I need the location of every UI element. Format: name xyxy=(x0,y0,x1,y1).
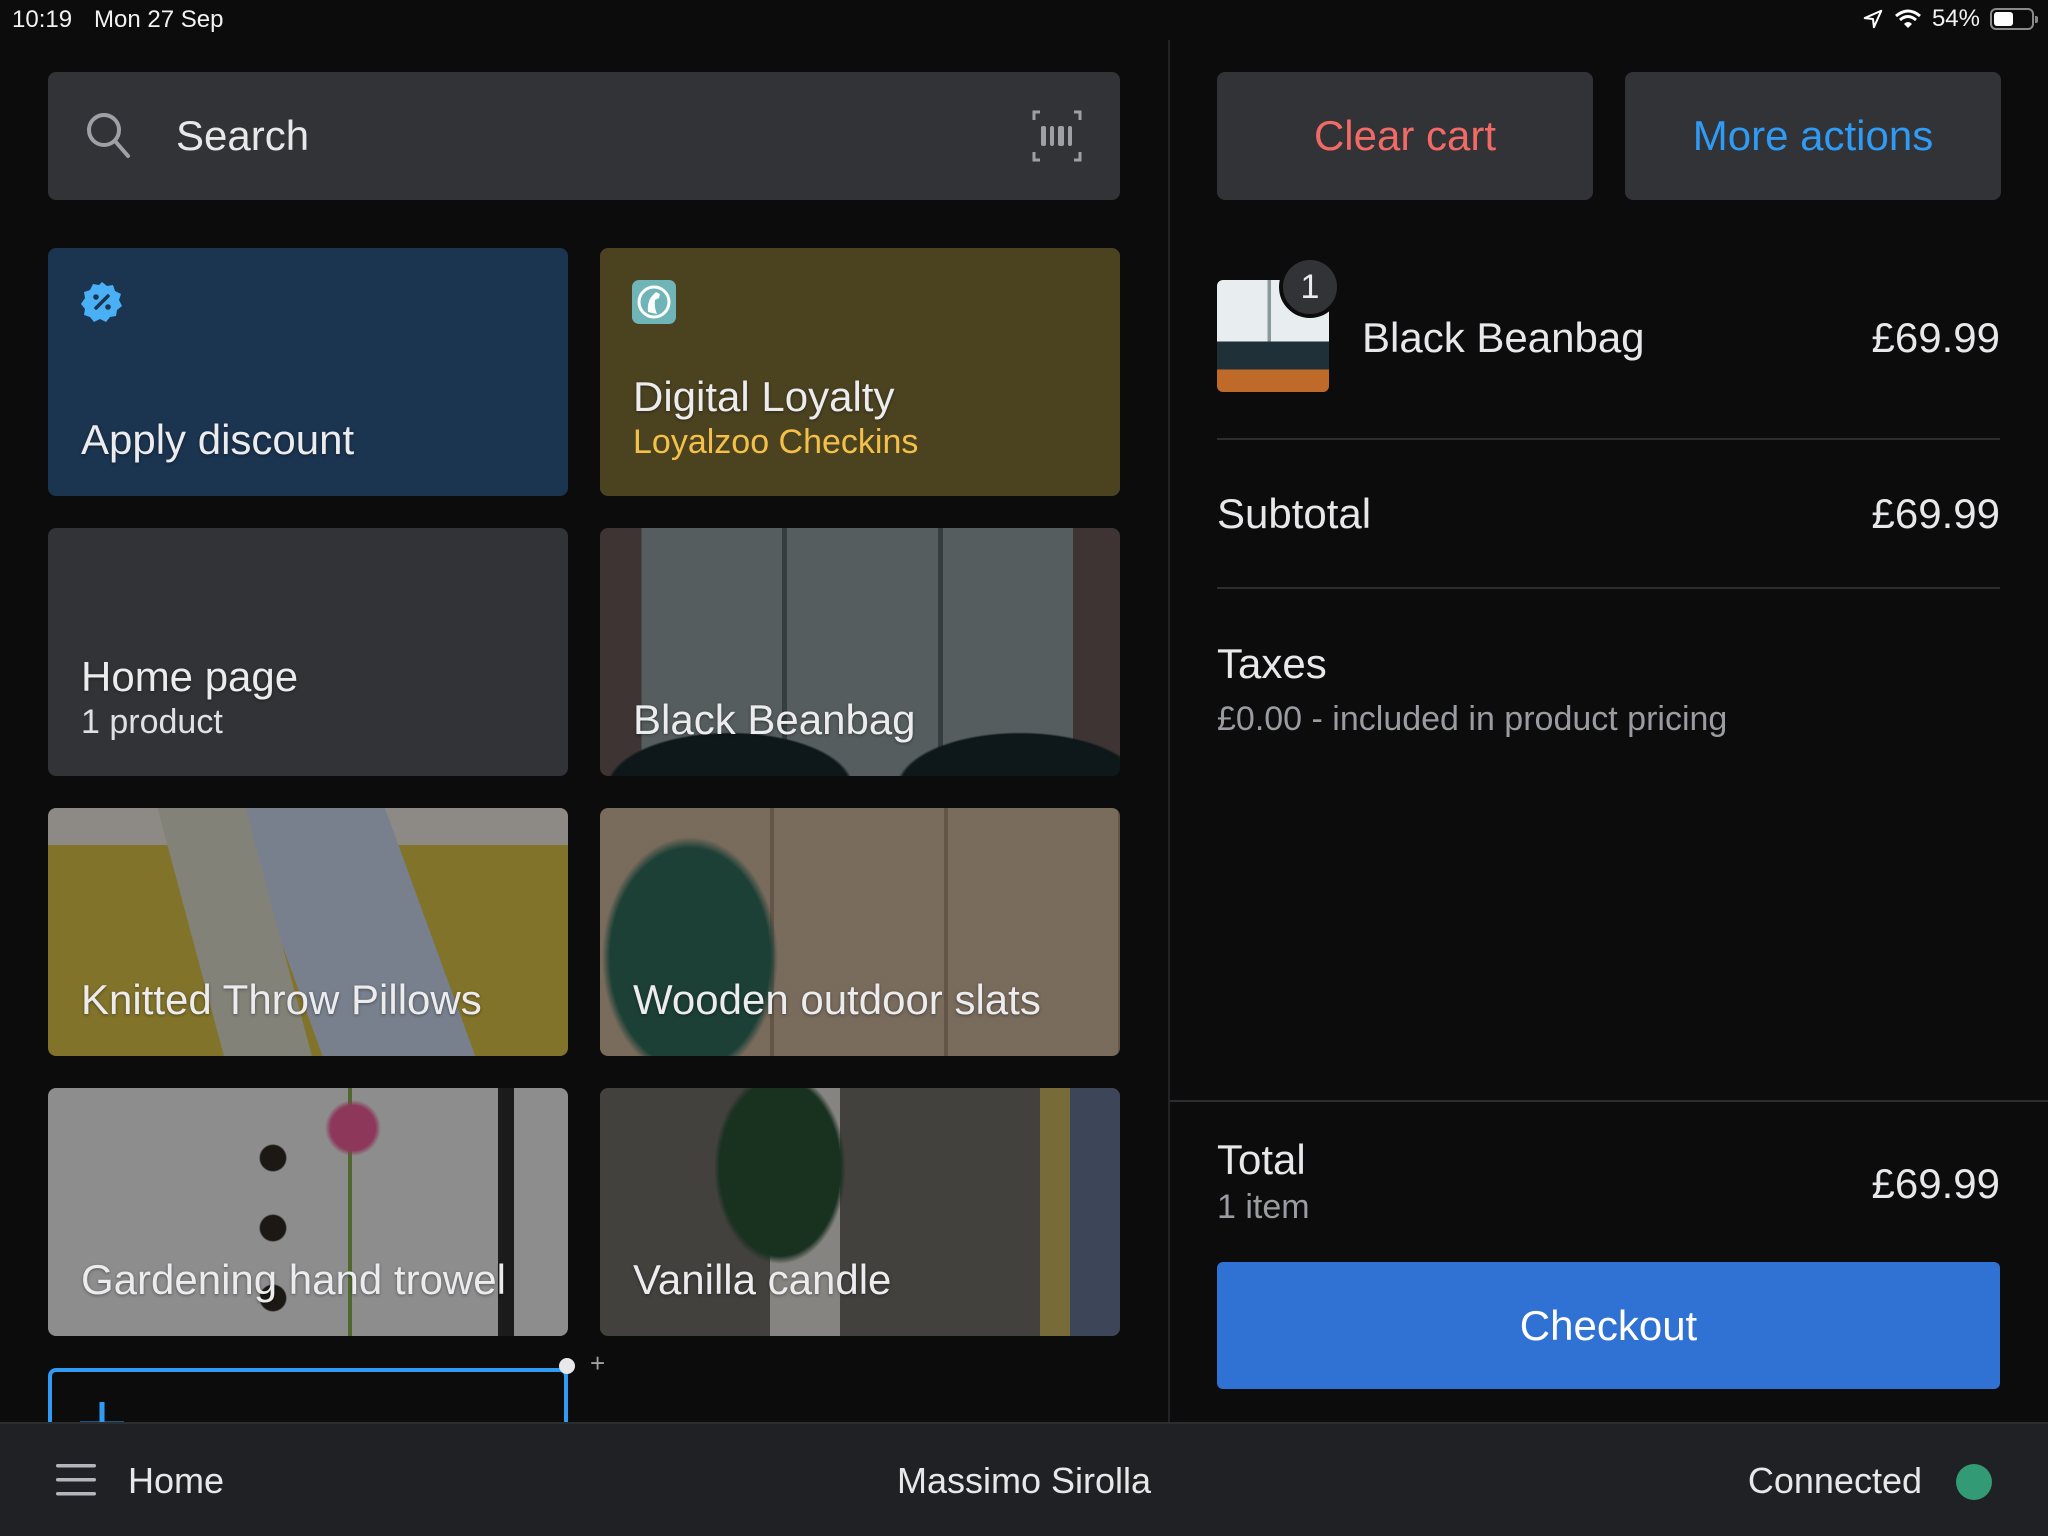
tile-product-gardening-hand-trowel[interactable]: Gardening hand trowel xyxy=(48,1088,568,1336)
tile-label: Knitted Throw Pillows xyxy=(81,976,482,1023)
tile-home-page-collection[interactable]: Home page 1 product xyxy=(48,528,568,776)
tile-label: Vanilla candle xyxy=(633,1256,892,1303)
tile-product-wooden-outdoor-slats[interactable]: Wooden outdoor slats xyxy=(600,808,1120,1056)
tile-label: Wooden outdoor slats xyxy=(633,976,1041,1023)
tile-label: Gardening hand trowel xyxy=(81,1256,506,1303)
more-actions-button[interactable]: More actions xyxy=(1625,72,2001,200)
search-icon xyxy=(87,113,130,158)
page-indicator-dot[interactable] xyxy=(559,1358,575,1374)
tile-product-knitted-throw-pillows[interactable]: Knitted Throw Pillows xyxy=(48,808,568,1056)
total-label: Total xyxy=(1217,1136,1306,1183)
tile-apply-discount[interactable]: Apply discount xyxy=(48,248,568,496)
clear-cart-button[interactable]: Clear cart xyxy=(1217,72,1593,200)
barcode-scan-icon[interactable] xyxy=(1032,110,1082,162)
status-indicators: 54% xyxy=(1862,5,2038,33)
taxes-label: Taxes xyxy=(1217,640,1327,687)
connection-status-label: Connected xyxy=(1747,1460,1922,1501)
add-page-button[interactable]: + xyxy=(590,1350,605,1376)
tile-sublabel: Loyalzoo Checkins xyxy=(633,423,919,461)
discount-badge-icon xyxy=(81,282,122,322)
search-placeholder: Search xyxy=(176,112,310,159)
wifi-icon xyxy=(1894,9,1921,28)
tile-label: Digital Loyalty xyxy=(633,373,895,420)
status-bar: 10:19 Mon 27 Sep 54% xyxy=(0,0,2048,40)
total-value: £69.99 xyxy=(1871,1160,2000,1207)
battery-level xyxy=(1994,12,2014,26)
battery-icon xyxy=(1990,8,2038,30)
tile-product-vanilla-candle[interactable]: Vanilla candle xyxy=(600,1088,1120,1336)
checkout-button[interactable]: Checkout xyxy=(1217,1262,2000,1389)
bottom-bar: Home Massimo Sirolla Connected xyxy=(0,1422,2048,1536)
cart-item-price: £69.99 xyxy=(1871,314,2000,361)
tile-digital-loyalty[interactable]: Digital Loyalty Loyalzoo Checkins xyxy=(600,248,1120,496)
status-date: Mon 27 Sep xyxy=(94,6,224,33)
battery-percent: 54% xyxy=(1931,5,1980,32)
divider xyxy=(1217,587,2000,589)
cart-line-item[interactable]: 1 Black Beanbag £69.99 xyxy=(1217,256,2000,402)
tile-label: Apply discount xyxy=(81,416,355,463)
total-item-count: 1 item xyxy=(1217,1188,1310,1226)
divider xyxy=(1170,1100,2048,1102)
connection-status-dot xyxy=(1956,1464,1992,1500)
loyalzoo-app-icon xyxy=(632,280,676,324)
tile-product-black-beanbag[interactable]: Black Beanbag xyxy=(600,528,1120,776)
subtotal-label: Subtotal xyxy=(1217,490,1372,537)
divider xyxy=(1217,438,2000,440)
subtotal-value: £69.99 xyxy=(1871,490,2000,537)
cart-item-name: Black Beanbag xyxy=(1362,314,1645,361)
tile-label: Home page xyxy=(81,653,299,700)
location-arrow-icon xyxy=(1863,9,1883,29)
status-time: 10:19 xyxy=(12,6,73,33)
tile-label: Black Beanbag xyxy=(633,696,916,743)
staff-name[interactable]: Massimo Sirolla xyxy=(0,1460,2048,1502)
search-input[interactable]: Search xyxy=(48,72,1120,200)
panel-divider xyxy=(1168,40,1170,1422)
tile-sublabel: 1 product xyxy=(81,703,223,741)
quantity-badge: 1 xyxy=(1279,256,1341,318)
taxes-detail: £0.00 - included in product pricing xyxy=(1217,700,1728,738)
